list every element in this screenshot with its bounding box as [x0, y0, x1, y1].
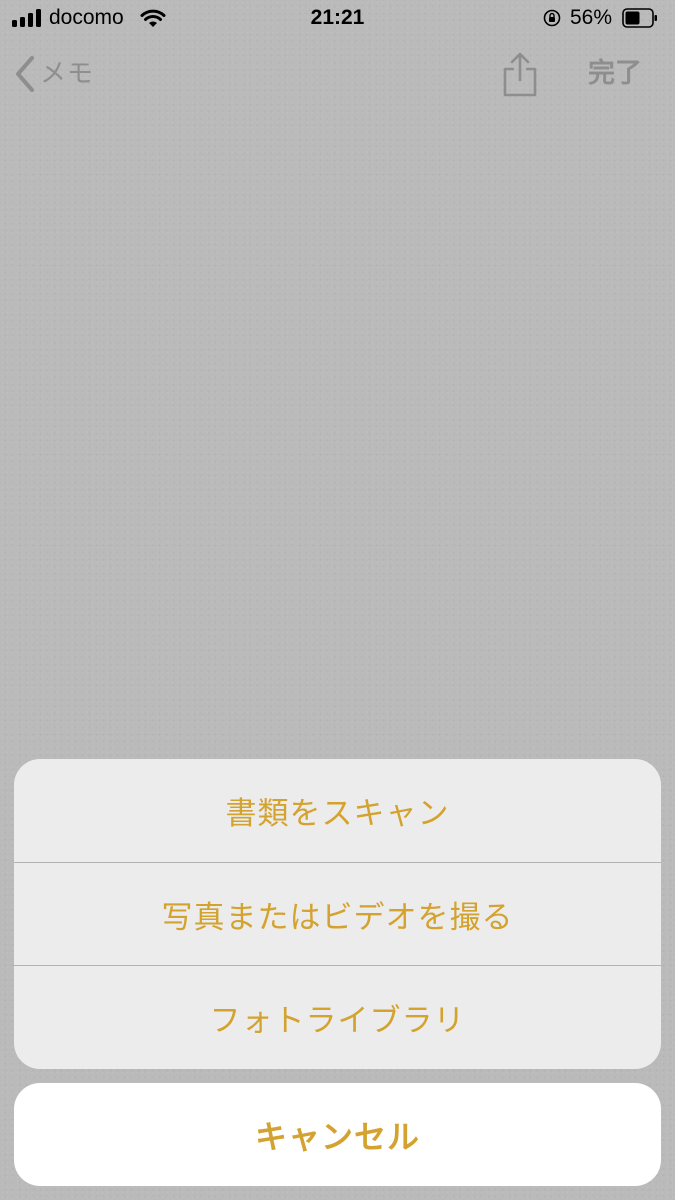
orientation-lock-icon: [543, 9, 561, 27]
action-sheet: 書類をスキャン 写真またはビデオを撮る フォトライブラリ: [14, 759, 661, 1069]
done-button[interactable]: 完了: [588, 56, 642, 92]
chevron-left-icon: [16, 56, 34, 92]
photo-library-button[interactable]: フォトライブラリ: [14, 966, 661, 1069]
status-bar: docomo 21:21 56%: [0, 0, 675, 40]
back-button[interactable]: メモ: [14, 52, 94, 96]
battery-icon: [622, 8, 657, 28]
notes-screen: docomo 21:21 56% メモ 完了 書類をスキャン 写真またはビデオを…: [0, 0, 675, 1200]
cancel-button[interactable]: キャンセル: [14, 1083, 661, 1186]
scan-documents-button[interactable]: 書類をスキャン: [14, 759, 661, 862]
share-icon[interactable]: [500, 52, 540, 98]
battery-percentage: 56%: [570, 6, 613, 29]
back-button-label: メモ: [40, 59, 95, 89]
take-photo-or-video-button[interactable]: 写真またはビデオを撮る: [14, 863, 661, 966]
